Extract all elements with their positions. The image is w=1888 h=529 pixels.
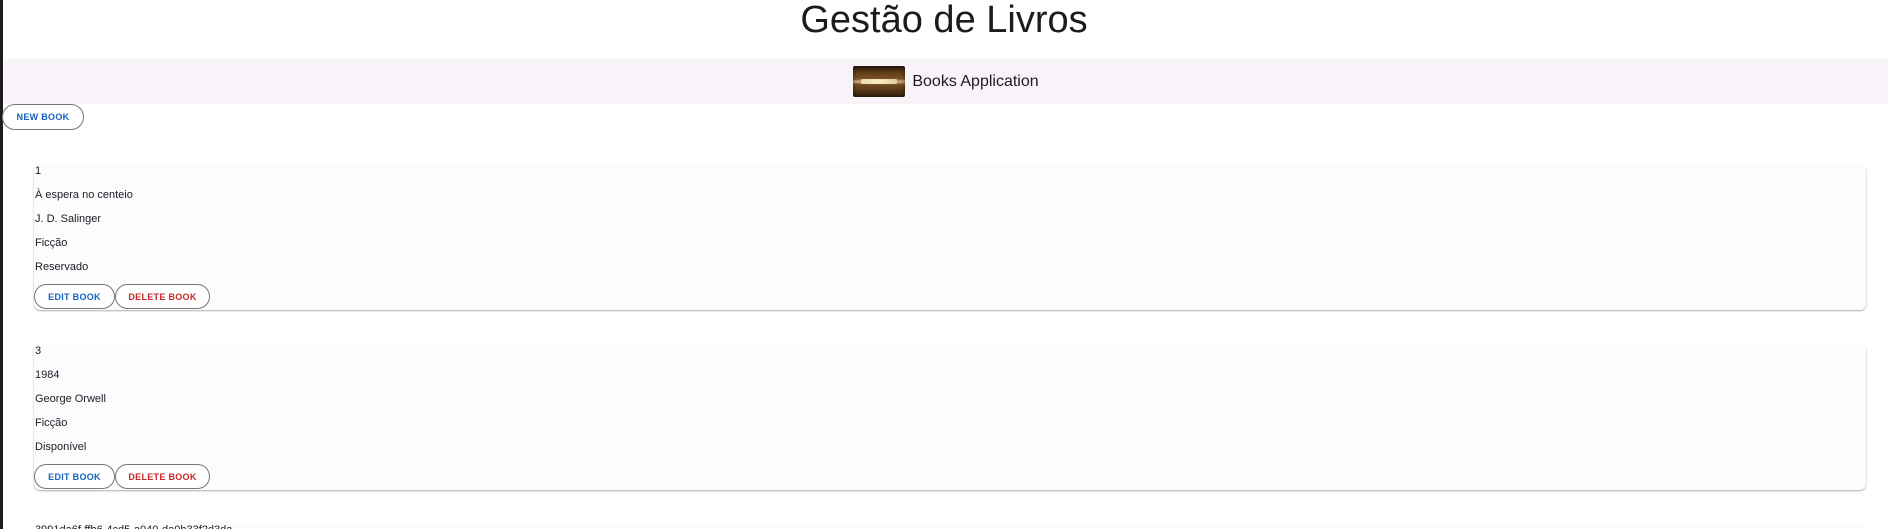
page-title: Gestão de Livros	[800, 0, 1088, 41]
window-edge	[0, 0, 3, 529]
book-status: Reservado	[35, 261, 89, 273]
app-title: Books Application	[912, 72, 1039, 90]
book-card: 1 À espera no centeio J. D. Salinger Fic…	[34, 164, 1866, 310]
book-id: 3	[35, 345, 42, 357]
book-author: J. D. Salinger	[35, 213, 102, 225]
book-id: 3991da6f-ffb6-4cd5-a040-da0b33f2d3da	[35, 523, 232, 529]
book-title: 1984	[35, 369, 60, 381]
delete-book-button[interactable]: DELETE BOOK	[115, 284, 210, 309]
edit-book-button[interactable]: EDIT BOOK	[34, 464, 115, 489]
book-title: À espera no centeio	[35, 189, 133, 201]
app-bar: Books Application	[4, 59, 1888, 104]
edit-book-button[interactable]: EDIT BOOK	[34, 284, 115, 309]
books-logo-image	[853, 66, 906, 97]
books-page: Gestão de Livros Books Application NEW B…	[0, 0, 1888, 529]
new-book-button[interactable]: NEW BOOK	[2, 104, 84, 130]
book-card: 3991da6f-ffb6-4cd5-a040-da0b33f2d3da	[34, 522, 1866, 529]
book-id: 1	[35, 165, 42, 177]
book-genre: Ficção	[35, 417, 68, 429]
book-card: 3 1984 George Orwell Ficção Disponível E…	[34, 344, 1866, 490]
book-status: Disponível	[35, 441, 87, 453]
book-author: George Orwell	[35, 393, 106, 405]
delete-book-button[interactable]: DELETE BOOK	[115, 464, 210, 489]
book-genre: Ficção	[35, 237, 68, 249]
